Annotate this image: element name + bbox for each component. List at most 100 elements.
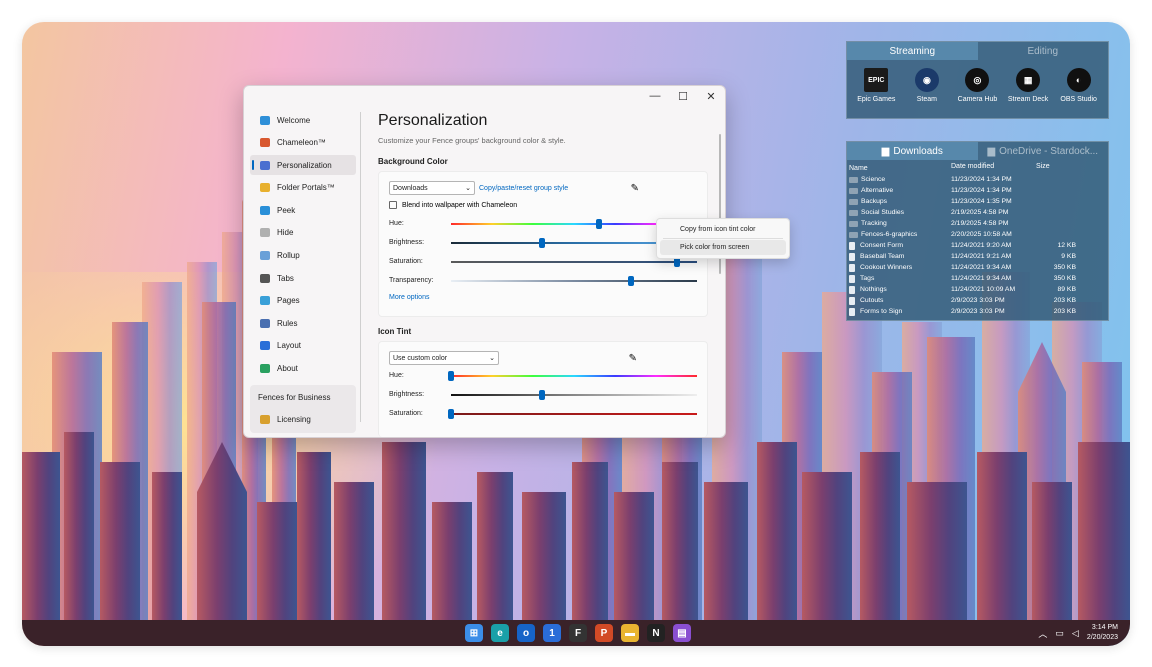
sidebar-item-chameleon[interactable]: Chameleon™ xyxy=(250,133,356,153)
file-row[interactable]: Tags 11/24/2021 9:34 AM 350 KB xyxy=(847,273,1108,284)
saturation-slider[interactable] xyxy=(448,408,697,419)
tab-downloads[interactable]: ▆ Downloads xyxy=(847,142,978,160)
minimize-button[interactable]: — xyxy=(641,86,669,106)
fence-streaming[interactable]: Streaming Editing EPIC Epic Games ◉ Steam ◎ C… xyxy=(846,41,1109,119)
sidebar-item-pages[interactable]: Pages xyxy=(250,291,356,311)
sidebar-item-label: Welcome xyxy=(277,115,311,125)
file-row[interactable]: Forms to Sign 2/9/2023 3:03 PM 203 KB xyxy=(847,306,1108,317)
network-icon[interactable]: ▭ xyxy=(1055,628,1064,639)
fence-downloads[interactable]: ▆ Downloads ▆ OneDrive - Stardock... Nam… xyxy=(846,141,1109,321)
blend-option[interactable]: Blend into wallpaper with Chameleon xyxy=(389,196,697,214)
sidebar-item-welcome[interactable]: Welcome xyxy=(250,110,356,130)
notion-icon[interactable]: N xyxy=(647,624,665,642)
app-shortcut-camera-hub[interactable]: ◎ Camera Hub xyxy=(952,68,1003,103)
eyedropper-icon[interactable]: ✎ xyxy=(631,183,639,194)
sidebar-item-peek[interactable]: Peek xyxy=(250,200,356,220)
sidebar-item-label: Fences for Business xyxy=(258,392,331,402)
outlook-icon[interactable]: o xyxy=(517,624,535,642)
tab-editing[interactable]: Editing xyxy=(978,42,1109,60)
brightness-slider[interactable] xyxy=(451,389,697,400)
more-options-link[interactable]: More options xyxy=(389,294,697,301)
folder-icon xyxy=(849,231,858,238)
tab-onedrive-label: OneDrive - Stardock... xyxy=(999,145,1099,157)
slider-thumb[interactable] xyxy=(595,218,602,229)
file-size: 9 KB xyxy=(1061,253,1076,260)
menu-pick-color-from-screen[interactable]: Pick color from screen xyxy=(660,240,786,255)
obs-studio-icon: ◐ xyxy=(1066,68,1091,92)
menu-copy-from-icon-tint[interactable]: Copy from icon tint color xyxy=(660,222,786,237)
slider-thumb[interactable] xyxy=(627,275,634,286)
column-date[interactable]: Date modified xyxy=(951,163,1036,174)
file-date: 11/23/2024 1:34 PM xyxy=(951,176,1012,183)
chevron-down-icon: ⌄ xyxy=(489,355,495,362)
sidebar-item-personalization[interactable]: Personalization xyxy=(250,155,356,176)
app-shortcut-epic-games[interactable]: EPIC Epic Games xyxy=(851,68,902,103)
fences-icon[interactable]: F xyxy=(569,624,587,642)
app-shortcut-stream-deck[interactable]: ▦ Stream Deck xyxy=(1003,68,1054,103)
copy-paste-reset-link[interactable]: Copy/paste/reset group style xyxy=(479,185,568,192)
tabs-icon xyxy=(260,273,270,283)
tint-select[interactable]: Use custom color ⌄ xyxy=(389,351,499,365)
eyedropper-icon[interactable]: ✎ xyxy=(629,353,637,364)
sidebar-item-about[interactable]: About xyxy=(250,359,356,379)
file-row[interactable]: Social Studies 2/19/2025 4:58 PM xyxy=(847,207,1108,218)
app-shortcut-steam[interactable]: ◉ Steam xyxy=(902,68,953,103)
slider-thumb[interactable] xyxy=(448,408,454,419)
chevron-down-icon: ⌄ xyxy=(465,185,471,192)
slider-row-brightness: Brightness: xyxy=(389,233,697,252)
file-row[interactable]: Baseball Team 11/24/2021 9:21 AM 9 KB xyxy=(847,251,1108,262)
file-date: 11/24/2021 9:34 AM xyxy=(951,275,1012,282)
column-size[interactable]: Size xyxy=(1036,163,1076,174)
volume-icon[interactable]: ◁ xyxy=(1072,628,1079,639)
file-row[interactable]: Science 11/23/2024 1:34 PM xyxy=(847,174,1108,185)
chevron-up-icon[interactable]: ︿ xyxy=(1038,627,1047,640)
file-row[interactable]: Tracking 2/19/2025 4:58 PM xyxy=(847,218,1108,229)
file-row[interactable]: Backups 11/23/2024 1:35 PM xyxy=(847,196,1108,207)
stardock-icon[interactable]: ▤ xyxy=(673,624,691,642)
tab-onedrive[interactable]: ▆ OneDrive - Stardock... xyxy=(978,142,1109,160)
file-size: 203 KB xyxy=(1053,308,1076,315)
slider-thumb[interactable] xyxy=(539,237,546,248)
maximize-button[interactable]: ☐ xyxy=(669,86,697,106)
file-row[interactable]: Alternative 11/23/2024 1:34 PM xyxy=(847,185,1108,196)
fence-tabs: Streaming Editing xyxy=(847,42,1108,60)
file-size: 89 KB xyxy=(1057,286,1076,293)
file-row[interactable]: Fences-6-graphics 2/20/2025 10:58 AM xyxy=(847,229,1108,240)
saturation-slider[interactable] xyxy=(451,256,697,267)
camera-hub-icon: ◎ xyxy=(965,68,990,92)
close-button[interactable]: ✕ xyxy=(697,86,725,106)
sidebar-item-folder-portals[interactable]: Folder Portals™ xyxy=(250,178,356,198)
file-row[interactable]: Cutouts 2/9/2023 3:03 PM 203 KB xyxy=(847,295,1108,306)
app-shortcut-obs-studio[interactable]: ◐ OBS Studio xyxy=(1053,68,1104,103)
edge-icon[interactable]: e xyxy=(491,624,509,642)
sidebar-item-layout[interactable]: Layout xyxy=(250,336,356,356)
onepassword-icon[interactable]: 1 xyxy=(543,624,561,642)
windows-start-icon[interactable]: ⊞ xyxy=(465,624,483,642)
powerpoint-icon[interactable]: P xyxy=(595,624,613,642)
file-row[interactable]: Consent Form 11/24/2021 9:20 AM 12 KB xyxy=(847,240,1108,251)
hue-slider[interactable] xyxy=(448,370,697,381)
page-title: Personalization xyxy=(378,112,488,129)
sidebar-item-hide[interactable]: Hide xyxy=(250,223,356,243)
sidebar-item-licensing[interactable]: Licensing xyxy=(250,409,356,429)
sidebar-item-rules[interactable]: Rules xyxy=(250,313,356,333)
transparency-slider[interactable] xyxy=(451,275,697,286)
column-name[interactable]: Name xyxy=(849,163,951,174)
group-select[interactable]: Downloads ⌄ xyxy=(389,181,475,195)
slider-thumb[interactable] xyxy=(448,370,454,381)
sidebar-item-rollup[interactable]: Rollup xyxy=(250,246,356,266)
file-date: 11/24/2021 10:09 AM xyxy=(951,286,1016,293)
file-row[interactable]: Cookout Winners 11/24/2021 9:34 AM 350 KB xyxy=(847,262,1108,273)
folder-icon: ▆ xyxy=(987,145,996,157)
blend-checkbox[interactable] xyxy=(389,201,397,209)
file-row[interactable]: Nothings 11/24/2021 10:09 AM 89 KB xyxy=(847,284,1108,295)
sidebar-item-label: Rollup xyxy=(277,251,300,261)
sidebar-item-tabs[interactable]: Tabs xyxy=(250,268,356,288)
tab-streaming[interactable]: Streaming xyxy=(847,42,978,60)
sidebar-item-fences-for-business[interactable]: Fences for Business xyxy=(250,387,356,407)
slider-thumb[interactable] xyxy=(539,389,546,400)
slider-label: Saturation: xyxy=(389,410,423,417)
clock[interactable]: 3:14 PM 2/20/2023 xyxy=(1087,623,1118,643)
file-explorer-icon[interactable]: ▬ xyxy=(621,624,639,642)
file-name-cell: Tags xyxy=(849,274,951,283)
